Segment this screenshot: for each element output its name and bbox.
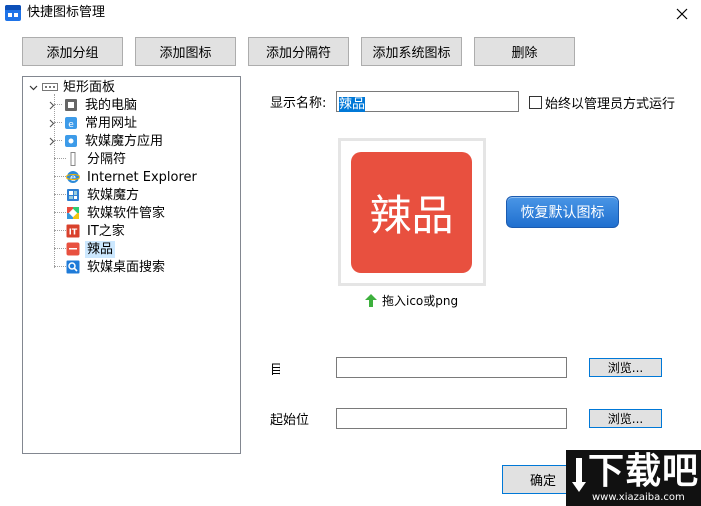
browse-target-button[interactable]: 浏览... xyxy=(589,358,662,377)
tree-item-mofang-apps[interactable]: 软媒魔方应用 xyxy=(47,132,165,150)
close-button[interactable] xyxy=(663,0,701,27)
ie-icon: e xyxy=(65,170,81,184)
app-icon xyxy=(5,5,21,21)
tree-root[interactable]: 矩形面板 xyxy=(29,78,117,96)
watermark-logo: 下载吧 www.xiazaiba.com xyxy=(566,450,701,506)
browse-start-button[interactable]: 浏览... xyxy=(589,409,662,428)
add-separator-button[interactable]: 添加分隔符 xyxy=(248,37,349,66)
tree-item-label: 软媒魔方 xyxy=(87,187,140,203)
display-name-label: 显示名称: xyxy=(270,96,327,111)
chevron-down-icon[interactable] xyxy=(29,83,38,92)
admin-checkbox[interactable] xyxy=(529,96,542,109)
tree-item-my-computer[interactable]: 我的电脑 xyxy=(47,96,139,114)
dialog-window: 快捷图标管理 添加分组 添加图标 添加分隔符 添加系统图标 删除 矩形面板 我的… xyxy=(0,0,701,506)
download-arrow-icon xyxy=(572,458,586,492)
icon-text: 辣品 xyxy=(369,191,454,240)
start-location-label: 起始位 xyxy=(270,413,310,428)
tree-root-label: 矩形面板 xyxy=(63,79,116,95)
display-name-value: 辣品 xyxy=(339,97,366,112)
lapin-large-icon: 辣品 xyxy=(351,152,472,273)
add-group-button[interactable]: 添加分组 xyxy=(22,37,123,66)
chevron-right-icon[interactable] xyxy=(47,101,56,110)
admin-checkbox-row[interactable]: 始终以管理员方式运行 xyxy=(529,93,687,112)
tree-item-label: 常用网址 xyxy=(85,115,138,131)
tree-item-common-urls[interactable]: e 常用网址 xyxy=(47,114,139,132)
tree-item-label: 分隔符 xyxy=(87,151,127,167)
software-manager-icon xyxy=(66,206,80,220)
window-title: 快捷图标管理 xyxy=(27,5,106,20)
icon-tree[interactable]: 矩形面板 我的电脑 e 常用网址 软媒魔方应用 分隔符 e Internet E… xyxy=(22,76,241,454)
tree-item-label: 软媒魔方应用 xyxy=(85,133,164,149)
svg-text:e: e xyxy=(68,120,74,130)
computer-icon xyxy=(64,98,78,112)
add-icon-button[interactable]: 添加图标 xyxy=(135,37,236,66)
watermark-url: www.xiazaiba.com xyxy=(592,492,685,503)
add-system-icon-button[interactable]: 添加系统图标 xyxy=(361,37,462,66)
tree-item-separator[interactable]: 分隔符 xyxy=(66,150,128,168)
search-icon xyxy=(66,260,80,274)
title-bar: 快捷图标管理 xyxy=(0,0,701,27)
panel-icon xyxy=(42,80,58,94)
chevron-right-icon[interactable] xyxy=(47,119,56,128)
tree-item-internet-explorer[interactable]: e Internet Explorer xyxy=(65,168,199,186)
tree-item-lapin[interactable]: 辣品 xyxy=(66,240,116,258)
tree-item-ithome[interactable]: IT IT之家 xyxy=(66,222,127,240)
ithome-icon: IT xyxy=(66,224,80,238)
cube-icon xyxy=(66,188,80,202)
upload-arrow-icon xyxy=(365,294,377,307)
tree-item-label: 我的电脑 xyxy=(85,97,138,113)
tree-item-desktop-search[interactable]: 软媒桌面搜索 xyxy=(66,258,167,276)
delete-button[interactable]: 删除 xyxy=(474,37,575,66)
app-folder-icon xyxy=(64,134,78,148)
icon-preview-frame[interactable]: 辣品 xyxy=(338,138,486,286)
display-name-input[interactable]: 辣品 xyxy=(336,91,519,112)
svg-text:IT: IT xyxy=(69,228,78,237)
drag-hint: 拖入ico或png xyxy=(365,292,458,309)
drag-hint-text: 拖入ico或png xyxy=(382,294,459,308)
tree-item-label: Internet Explorer xyxy=(87,169,197,185)
admin-checkbox-label: 始终以管理员方式运行 xyxy=(545,97,676,112)
target-label: 目标 xyxy=(270,363,280,377)
separator-icon xyxy=(66,152,80,166)
tree-item-label: IT之家 xyxy=(87,223,125,239)
lapin-icon xyxy=(66,242,80,256)
tree-item-mofang[interactable]: 软媒魔方 xyxy=(66,186,141,204)
tree-item-software-manager[interactable]: 软媒软件管家 xyxy=(66,204,167,222)
chevron-right-icon[interactable] xyxy=(47,137,56,146)
watermark-text: 下载吧 xyxy=(588,451,700,492)
close-icon xyxy=(676,8,688,19)
tree-item-label: 软媒桌面搜索 xyxy=(87,259,166,275)
tree-item-label: 辣品 xyxy=(85,240,116,258)
restore-default-icon-button[interactable]: 恢复默认图标 xyxy=(506,196,619,228)
tree-item-label: 软媒软件管家 xyxy=(87,205,166,221)
start-location-input[interactable] xyxy=(336,408,567,429)
target-input[interactable] xyxy=(336,357,567,378)
web-icon: e xyxy=(64,116,78,130)
